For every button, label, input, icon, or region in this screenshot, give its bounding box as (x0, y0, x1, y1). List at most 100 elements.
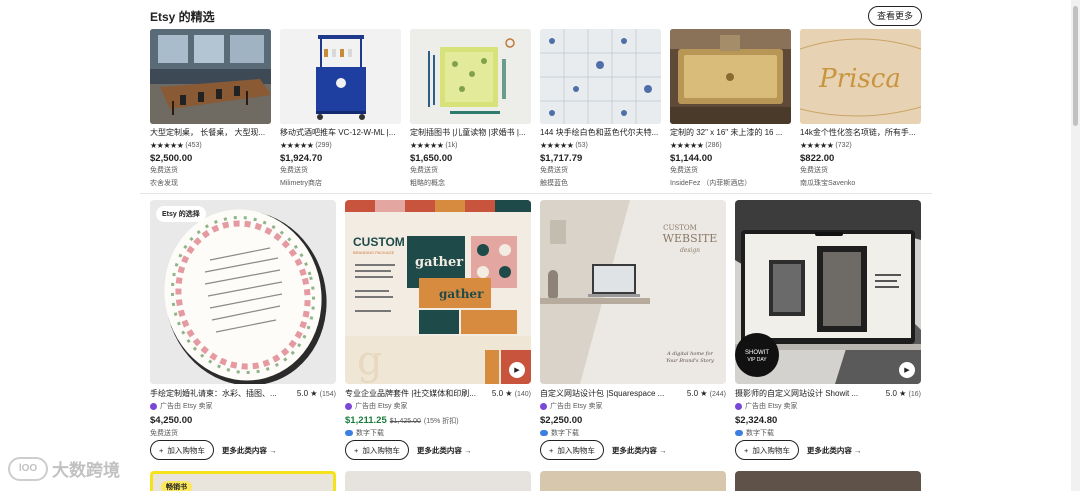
product-image[interactable] (345, 471, 531, 491)
product-title[interactable]: 自定义网站设计包 |Squarespace ... (540, 388, 687, 399)
pick-card[interactable]: 定制的 32" x 16" 未上漆的 16 ... ★★★★★ (286) $1,… (670, 29, 791, 189)
more-like-this-link[interactable]: 更多此类内容 → (222, 445, 277, 456)
more-like-this-link[interactable]: 更多此类内容 → (807, 445, 862, 456)
shop-name[interactable]: 南瓜珠宝Savenko (800, 178, 921, 188)
play-icon[interactable]: ▶ (509, 362, 525, 378)
product-title[interactable]: 14k金个性化签名项链，所有手... (800, 127, 921, 138)
product-title[interactable]: 定制插图书 |儿童读物 |求婚书 |... (410, 127, 531, 138)
price: $4,250.00 (150, 415, 193, 426)
review-count: (53) (575, 142, 588, 149)
rating: 5.0 ★ (154) (297, 389, 336, 398)
product-image[interactable]: Etsy 的选择 (150, 200, 336, 384)
product-image[interactable] (735, 471, 921, 491)
watermark-logo: lOO (8, 456, 48, 481)
pick-card[interactable]: 移动式酒吧推车 VC-12-W-ML |... ★★★★★ (299) $1,92… (280, 29, 401, 189)
star-icons: ★★★★★ (540, 141, 574, 150)
price: $822.00 (800, 153, 835, 164)
ad-card[interactable]: SHOWIT VIP DAY ▶ 摄影师的自定义网站设计 Showit ... … (735, 200, 921, 462)
price: $2,324.80 (735, 415, 778, 426)
rating: ★★★★★ (453) (150, 141, 271, 150)
add-to-cart-button[interactable]: + 加入购物车 (540, 440, 604, 460)
product-title[interactable]: 移动式酒吧推车 VC-12-W-ML |... (280, 127, 401, 138)
add-to-cart-label: 加入购物车 (557, 445, 595, 455)
cloud-download-icon (735, 430, 743, 436)
shipping-text: 免费送货 (150, 430, 178, 437)
rating-score: 5.0 ★ (491, 389, 513, 398)
pick-card[interactable]: 定制插图书 |儿童读物 |求婚书 |... ★★★★★ (1k) $1,650.0… (410, 29, 531, 189)
next-row: 畅销书 (150, 471, 922, 491)
product-image[interactable]: 畅销书 (150, 471, 336, 491)
shipping-text: 数字下载 (356, 430, 384, 437)
shop-name[interactable]: 触摸蓝色 (540, 178, 661, 188)
product-image[interactable] (410, 29, 531, 124)
ad-actions: + 加入购物车 更多此类内容 → (735, 440, 861, 460)
product-title[interactable]: 大型定制桌， 长餐桌， 大型现... (150, 127, 271, 138)
plus-icon: + (549, 445, 554, 455)
shop-name[interactable]: Milimetry商店 (280, 178, 401, 188)
seller-text: 广告由 Etsy 卖家 (550, 403, 603, 410)
product-image[interactable] (280, 29, 401, 124)
shipping-text: 数字下载 (746, 430, 774, 437)
ad-seller: 广告由 Etsy 卖家 (345, 401, 531, 411)
product-image[interactable] (670, 29, 791, 124)
rating: 5.0 ★ (140) (492, 389, 531, 398)
see-more-button[interactable]: 查看更多 (867, 6, 922, 26)
shop-name[interactable]: 粗略的概念 (410, 178, 531, 188)
price: $1,650.00 (410, 153, 453, 164)
product-title[interactable]: 专业企业品牌套件 |社交媒体和印刷... (345, 388, 492, 399)
shipping: 免费送货 (280, 167, 308, 174)
shipping: 免费送货 (670, 167, 698, 174)
plus-icon: + (744, 445, 749, 455)
brand-package-text: BRANDING PACKAGE (353, 250, 395, 255)
play-icon[interactable]: ▶ (899, 362, 915, 378)
ad-card[interactable]: Etsy 的选择 手绘定制婚礼请柬：水彩、插图、... 5.0 ★ (154) … (150, 200, 336, 462)
review-count: (154) (319, 391, 336, 398)
product-image[interactable]: CUSTOM BRANDING PACKAGE gather gather g … (345, 200, 531, 384)
rating: ★★★★★ (53) (540, 141, 661, 150)
add-to-cart-label: 加入购物车 (752, 445, 790, 455)
product-title[interactable]: 144 块手绘白色和蓝色代尔夫特... (540, 127, 661, 138)
scrollbar[interactable] (1071, 0, 1080, 491)
shipping: 数字下载 (540, 428, 726, 438)
seller-icon (150, 402, 157, 410)
watermark-text: 大数跨境 (52, 461, 120, 480)
product-image[interactable] (540, 29, 661, 124)
add-to-cart-button[interactable]: + 加入购物车 (150, 440, 214, 460)
decor-glyph: g (357, 338, 383, 384)
pick-card[interactable]: Prisca 14k金个性化签名项链，所有手... ★★★★★ (732) $82… (800, 29, 921, 189)
section-title: Etsy 的精选 (150, 10, 215, 24)
review-count: (732) (835, 142, 852, 149)
shipping-text: 数字下载 (551, 430, 579, 437)
product-title[interactable]: 定制的 32" x 16" 未上漆的 16 ... (670, 127, 791, 138)
ad-card[interactable]: CUSTOM BRANDING PACKAGE gather gather g … (345, 200, 531, 462)
scrollbar-thumb[interactable] (1073, 6, 1078, 126)
product-title[interactable]: 摄影师的自定义网站设计 Showit ... (735, 388, 886, 399)
pick-card[interactable]: 144 块手绘白色和蓝色代尔夫特... ★★★★★ (53) $1,717.79 … (540, 29, 661, 189)
product-image[interactable]: SHOWIT VIP DAY ▶ (735, 200, 921, 384)
rating: ★★★★★ (1k) (410, 141, 531, 150)
add-to-cart-button[interactable]: + 加入购物车 (735, 440, 799, 460)
star-icons: ★★★★★ (800, 141, 834, 150)
product-image[interactable]: CUSTOM WEBSITE design A digital home for… (540, 200, 726, 384)
shipping: 数字下载 (735, 428, 921, 438)
shop-name[interactable]: 农舍发现 (150, 178, 271, 188)
add-to-cart-button[interactable]: + 加入购物车 (345, 440, 409, 460)
more-like-this-link[interactable]: 更多此类内容 → (612, 445, 667, 456)
ad-card[interactable]: CUSTOM WEBSITE design A digital home for… (540, 200, 726, 462)
shop-name[interactable]: InsideFez （内菲斯酒店） (670, 178, 791, 188)
seller-icon (540, 402, 547, 410)
product-image[interactable]: Prisca (800, 29, 921, 124)
shipping: 数字下载 (345, 428, 531, 438)
pick-card[interactable]: 大型定制桌， 长餐桌， 大型现... ★★★★★ (453) $2,500.00 … (150, 29, 271, 189)
star-icons: ★★★★★ (410, 141, 444, 150)
price: $1,924.70 (280, 153, 323, 164)
rating: ★★★★★ (299) (280, 141, 401, 150)
section-header: Etsy 的精选 查看更多 (150, 6, 922, 26)
product-image[interactable] (150, 29, 271, 124)
more-like-this-link[interactable]: 更多此类内容 → (417, 445, 472, 456)
product-title[interactable]: 手绘定制婚礼请柬：水彩、插图、... (150, 388, 297, 399)
sale-price: $1,211.25 (345, 415, 387, 426)
product-image[interactable] (540, 471, 726, 491)
rating-score: 5.0 ★ (296, 389, 318, 398)
brand-story-text: Your Brand's Story (666, 358, 714, 364)
